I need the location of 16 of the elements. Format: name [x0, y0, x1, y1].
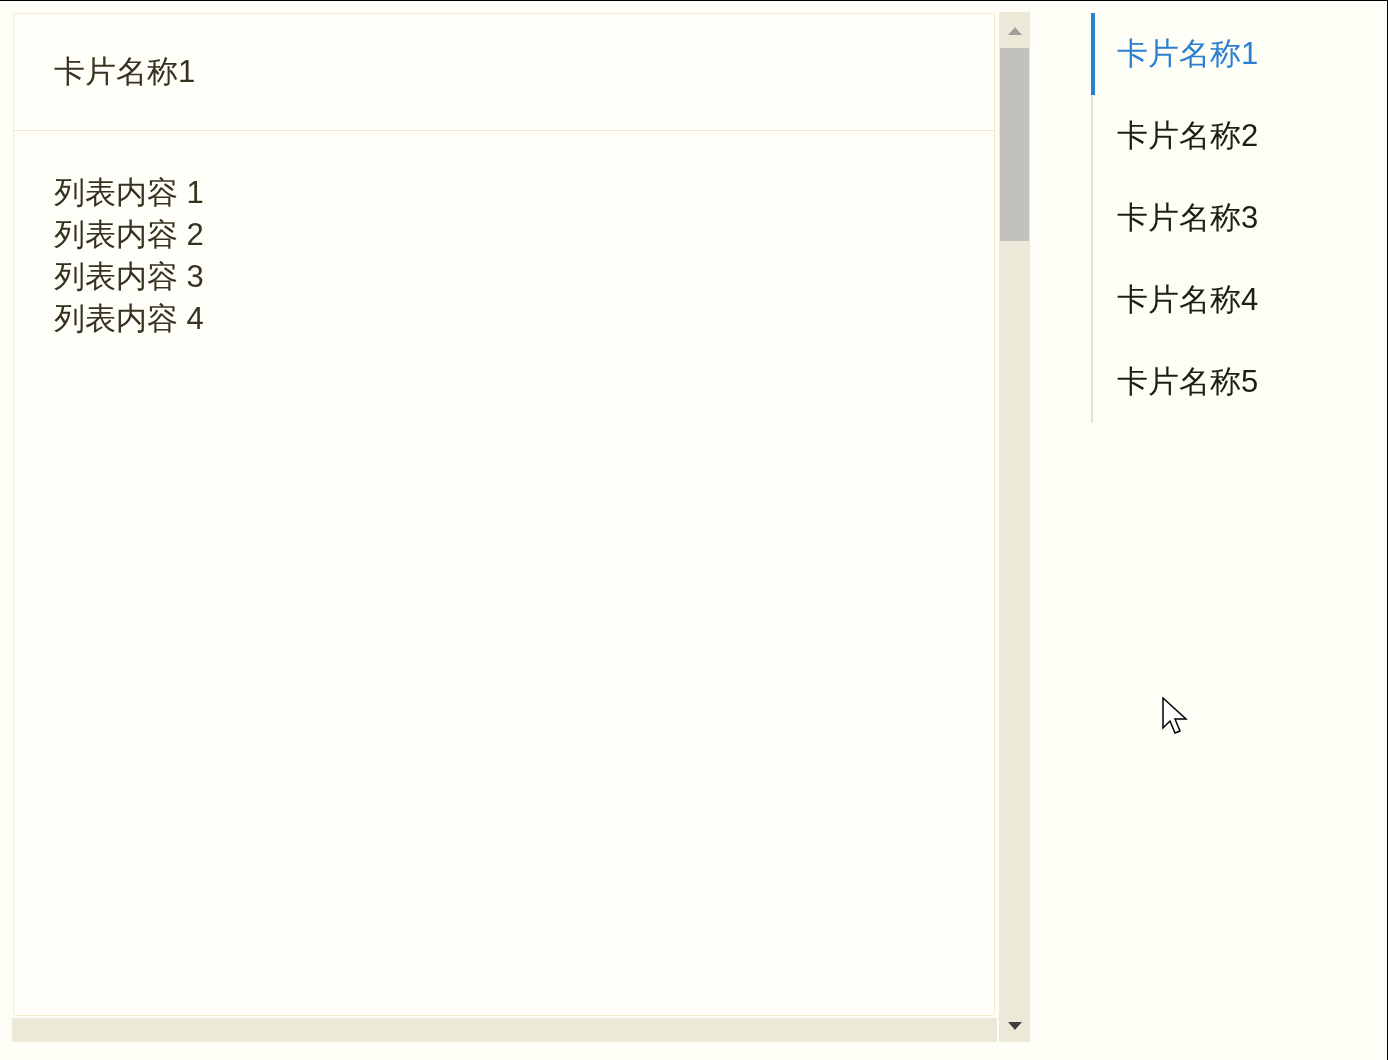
anchor-link[interactable]: 卡片名称1 — [1091, 13, 1259, 95]
vertical-scrollbar[interactable] — [997, 12, 1030, 1042]
scroll-down-arrow-icon[interactable] — [1007, 1022, 1022, 1030]
card-title: 卡片名称1 — [54, 53, 196, 91]
anchor-link[interactable]: 卡片名称5 — [1091, 341, 1259, 423]
mouse-pointer-icon — [1162, 697, 1188, 735]
list-item: 列表内容 2 — [54, 216, 204, 254]
list-item: 列表内容 1 — [54, 174, 204, 212]
anchor-link[interactable]: 卡片名称3 — [1091, 177, 1259, 259]
scroll-up-arrow-icon[interactable] — [1007, 27, 1022, 35]
list-item: 列表内容 3 — [54, 258, 204, 296]
horizontal-scrollbar[interactable] — [12, 1018, 997, 1042]
anchor-link[interactable]: 卡片名称2 — [1091, 95, 1259, 177]
list-item: 列表内容 4 — [54, 300, 204, 338]
anchor-link[interactable]: 卡片名称4 — [1091, 259, 1259, 341]
scrollbar-thumb[interactable] — [1000, 48, 1029, 241]
